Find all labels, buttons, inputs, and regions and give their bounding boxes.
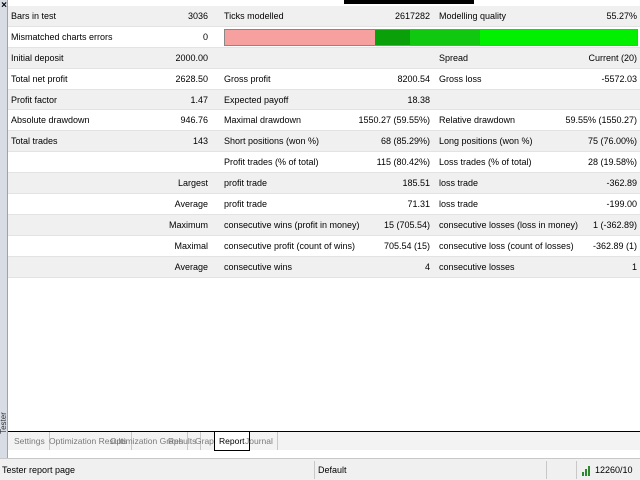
tester-tab-bar: Settings Optimization Results Optimization… (8, 431, 640, 451)
report-cell-c2: 2000.00 (175, 52, 208, 63)
status-separator (576, 461, 577, 479)
report-cell-c6: -362.89 (606, 178, 637, 189)
report-cell-c4: 18.38 (407, 94, 430, 105)
report-row: Total net profit 2628.50 Gross profit 8200.… (8, 69, 640, 90)
report-cell-c4 (308, 48, 430, 68)
report-cell-c1: Total trades (11, 136, 58, 147)
report-cell-c6: -362.89 (1) (592, 240, 637, 251)
report-cell-c1: Initial deposit (11, 52, 64, 63)
report-cell-c1 (11, 173, 131, 193)
report-row: Bars in test 3036 Ticks modelled 2617282 Mod… (8, 6, 640, 27)
report-cell-c1: Profit factor (11, 94, 58, 105)
report-cell-c2: 3036 (187, 11, 208, 21)
report-cell-c1 (11, 257, 131, 277)
report-cell-c4: 2617282 (394, 11, 430, 21)
report-row: Profit factor 1.47 Expected payoff 18.38 (8, 89, 640, 111)
report-cell-c2: 1.47 (190, 94, 208, 105)
report-row: Maximum consecutive wins (profit in money… (8, 214, 640, 236)
report-cell-c1 (11, 152, 131, 172)
report-cell-c6: Current (20) (588, 52, 637, 63)
status-separator (314, 461, 315, 479)
report-row: Average profit trade 71.31 loss trade -199.0… (8, 194, 640, 215)
report-cell-c1: Total net profit (11, 73, 68, 84)
report-cell-c4: 15 (705.54) (383, 219, 430, 230)
report-row: Profit trades (% of total) 115 (80.42%) Lo… (8, 152, 640, 174)
close-icon[interactable]: × (0, 0, 8, 12)
report-cell-c6: 1 (631, 261, 637, 272)
report-cell-c2: Average (174, 199, 208, 210)
report-cell-c2: 143 (192, 136, 208, 147)
connection-bars-icon (582, 466, 590, 476)
report-cell-c6 (528, 90, 637, 110)
tester-side-panel: × Tester (0, 0, 8, 458)
report-cell-c4: 1550.27 (59.55%) (358, 115, 430, 126)
report-row: Maximal consecutive profit (count of wins… (8, 236, 640, 257)
report-cell-c6: 55.27% (606, 11, 637, 21)
report-cell-c1 (11, 215, 131, 235)
report-row: Mismatched charts errors 0 (8, 27, 640, 48)
report-row: Initial deposit 2000.00 Spread Current (20) (8, 47, 640, 69)
report-cell-c1: Absolute drawdown (11, 115, 90, 126)
status-text: Tester report page (2, 465, 76, 475)
report-cell-c2 (128, 152, 208, 172)
report-cell-c2: Average (174, 261, 208, 272)
report-cell-c1 (11, 194, 131, 214)
modelling-quality-bar (224, 28, 638, 46)
report-cell-c6: -199.00 (606, 199, 637, 210)
report-cell-c2: Largest (177, 178, 208, 189)
report-cell-c4: 185.51 (402, 178, 430, 189)
report-row: Absolute drawdown 946.76 Maximal drawdown 1… (8, 110, 640, 132)
status-separator (546, 461, 547, 479)
report-cell-c4: 705.54 (15) (383, 240, 430, 251)
status-bar: Tester report page Default 12260/10 kb (0, 458, 640, 480)
report-cell-c6: -5572.03 (601, 73, 637, 84)
report-cell-c6: 28 (19.58%) (587, 157, 637, 168)
report-cell-c1 (11, 236, 131, 256)
quality-segment (374, 29, 411, 45)
quality-segment (225, 29, 375, 45)
quality-segment (480, 29, 637, 45)
report-cell-c6: 59.55% (1550.27) (565, 115, 637, 126)
report-cell-c2: 2628.50 (175, 73, 208, 84)
report-cell-c6: 1 (-362.89) (592, 219, 637, 230)
report-cell-c2: Maximum (168, 219, 208, 230)
report-cell-c4: 68 (85.29%) (380, 136, 430, 147)
chart-window-edge (344, 0, 474, 4)
report-cell-c6: 75 (76.00%) (587, 136, 637, 147)
report-cell-c4: 71.31 (407, 199, 430, 210)
report-table: Bars in test 3036 Ticks modelled 2617282 Mod… (8, 6, 640, 278)
report-row: Total trades 143 Short positions (won %) 68… (8, 131, 640, 153)
traffic-counter: 12260/10 kb (595, 465, 633, 475)
report-cell-c2: 946.76 (180, 115, 208, 126)
report-row: Average consecutive wins 4 consecutive loss… (8, 256, 640, 278)
report-cell-c4: 115 (80.42%) (376, 157, 430, 168)
report-cell-c2: Maximal (174, 240, 208, 251)
quality-segment (410, 29, 481, 45)
report-cell-c2: 0 (202, 31, 208, 42)
tab-journal[interactable]: Journal (241, 432, 278, 450)
tab-settings[interactable]: Settings (10, 432, 50, 450)
profile-name: Default (318, 465, 347, 475)
report-cell-c4: 4 (424, 261, 430, 272)
report-row: Largest profit trade 185.51 loss trade -362.… (8, 173, 640, 195)
report-cell-c4: 8200.54 (397, 73, 430, 84)
report-cell-c1: Mismatched charts errors (11, 31, 113, 42)
report-cell-c1: Bars in test (11, 11, 57, 21)
